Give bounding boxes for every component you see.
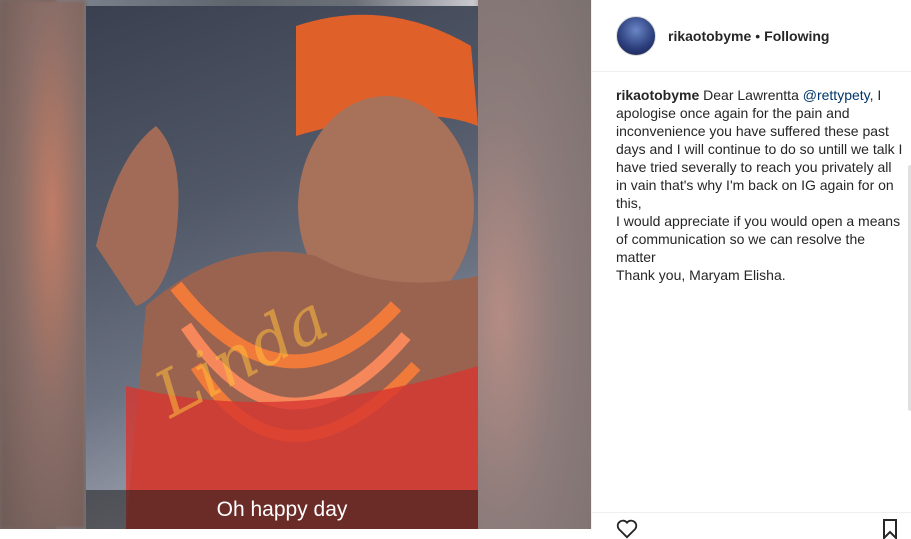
avatar[interactable]: [616, 15, 656, 56]
post-side-panel: rikaotobyme • Following rikaotobyme Dear L…: [591, 0, 911, 539]
post-actions: [592, 512, 911, 539]
media-caption: Oh happy day: [216, 497, 348, 521]
post-photo: [86, 6, 478, 529]
comment-mention[interactable]: @rettypety: [803, 87, 870, 103]
post-header: rikaotobyme • Following: [592, 0, 911, 72]
comment-username[interactable]: rikaotobyme: [616, 87, 699, 103]
comment-text-after: , I apologise once again for the pain an…: [616, 87, 903, 283]
heart-icon[interactable]: [616, 519, 638, 539]
media-blur-right: [478, 0, 591, 529]
bookmark-icon[interactable]: [882, 519, 898, 539]
header-username[interactable]: rikaotobyme: [668, 28, 751, 44]
media-caption-bar: Oh happy day: [86, 490, 478, 529]
portrait-illustration: [96, 14, 478, 529]
post-media[interactable]: Linda Oh happy day: [0, 0, 591, 529]
media-blur-left: [0, 0, 86, 529]
header-separator: •: [755, 27, 761, 44]
header-text: rikaotobyme • Following: [668, 28, 829, 44]
comment-text-before: Dear Lawrentta: [699, 87, 803, 103]
following-button[interactable]: Following: [764, 28, 829, 44]
post-comment: rikaotobyme Dear Lawrentta @rettypety, I…: [616, 86, 906, 284]
